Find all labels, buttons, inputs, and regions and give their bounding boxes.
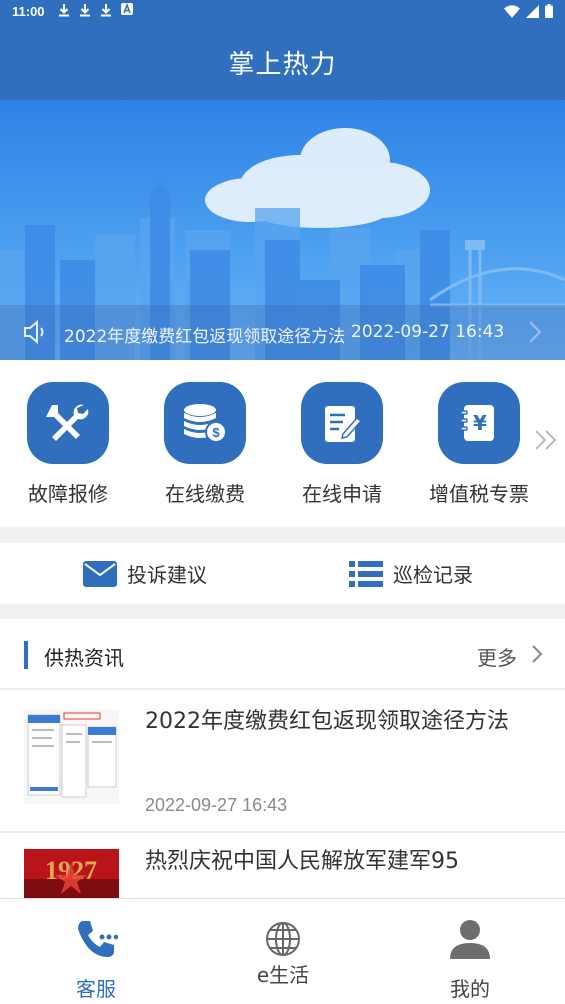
quick-item-label: 在线缴费 <box>165 482 245 506</box>
status-time: 11:00 <box>12 4 45 19</box>
notice-date: 2022-09-27 16:43 <box>351 322 505 342</box>
mail-icon <box>83 560 117 587</box>
section-accent-bar <box>24 641 28 669</box>
quick-item-apply[interactable]: 在线申请 <box>277 382 407 507</box>
quick-item-label: 增值税专票 <box>429 482 529 506</box>
form-edit-icon <box>301 382 383 464</box>
a-icon <box>121 2 133 19</box>
tab-label: e生活 <box>256 963 310 987</box>
globe-icon <box>189 921 377 957</box>
page-title: 掌上热力 <box>228 50 337 80</box>
repair-tools-icon <box>27 382 109 464</box>
wifi-icon <box>504 4 520 18</box>
patrol-label: 巡检记录 <box>393 563 473 587</box>
coins-payment-icon: $ <box>164 382 246 464</box>
news-header: 供热资讯 更多 <box>0 619 565 690</box>
signal-icon <box>526 4 539 18</box>
quick-item-payment[interactable]: $ 在线缴费 <box>140 382 270 507</box>
news-thumbnail: 1927 <box>24 849 119 899</box>
list-icon <box>349 560 383 587</box>
download-icon <box>58 3 70 21</box>
tab-e-life[interactable]: e生活 <box>189 899 377 1004</box>
svg-text:$: $ <box>212 425 220 440</box>
download-icon <box>79 3 91 21</box>
news-title: 2022年度缴费红包返现领取途径方法 <box>145 709 509 734</box>
status-bar: 11:00 <box>0 0 565 26</box>
news-date: 2022-09-27 16:43 <box>145 795 288 815</box>
app-header: 11:00 掌上热力 <box>0 0 565 100</box>
user-icon <box>376 917 564 961</box>
more-link[interactable]: 更多 <box>477 642 517 671</box>
tab-label: 客服 <box>76 977 116 1001</box>
yuan-invoice-icon: ¥ <box>438 382 520 464</box>
section-title: 供热资讯 <box>44 646 124 670</box>
notice-ticker[interactable]: 2022年度缴费红包返现领取途径方法 2022-09-27 16:43 <box>0 305 565 360</box>
complaint-button[interactable]: 投诉建议 <box>83 559 207 588</box>
battery-icon <box>545 4 553 18</box>
bottom-tab-bar: 客服 e生活 我的 <box>0 898 565 1004</box>
complaint-label: 投诉建议 <box>127 563 207 587</box>
secondary-menu: 投诉建议 巡检记录 <box>0 543 565 604</box>
double-chevron-right-icon[interactable] <box>533 428 559 456</box>
speaker-icon <box>22 319 48 349</box>
chevron-right-icon[interactable] <box>527 319 543 349</box>
chevron-right-icon[interactable] <box>531 644 543 668</box>
svg-text:¥: ¥ <box>473 411 487 435</box>
notice-text: 2022年度缴费红包返现领取途径方法 <box>64 327 346 347</box>
heating-news-section: 供热资讯 更多 2022年度缴费红包返现领取途径方法 2022-09-27 16… <box>0 619 565 899</box>
quick-menu: 故障报修 $ 在线缴费 在线申请 ¥ 增值税专票 <box>0 360 565 527</box>
news-item[interactable]: 2022年度缴费红包返现领取途径方法 2022-09-27 16:43 <box>0 691 565 831</box>
tab-customer-service[interactable]: 客服 <box>2 899 190 1004</box>
phone-icon <box>2 917 190 961</box>
news-thumbnail <box>24 709 119 804</box>
quick-item-vat-invoice[interactable]: ¥ 增值税专票 <box>414 382 544 507</box>
tab-label: 我的 <box>450 977 490 1001</box>
quick-item-repair[interactable]: 故障报修 <box>3 382 133 507</box>
patrol-records-button[interactable]: 巡检记录 <box>349 559 473 588</box>
news-item[interactable]: 1927 热烈庆祝中国人民解放军建军95 <box>0 833 565 899</box>
quick-item-label: 在线申请 <box>302 482 382 506</box>
quick-item-label: 故障报修 <box>28 482 108 506</box>
status-right-icons <box>504 4 553 18</box>
tab-mine[interactable]: 我的 <box>376 899 564 1004</box>
news-title: 热烈庆祝中国人民解放军建军95 <box>145 849 459 874</box>
download-icon <box>100 3 112 21</box>
